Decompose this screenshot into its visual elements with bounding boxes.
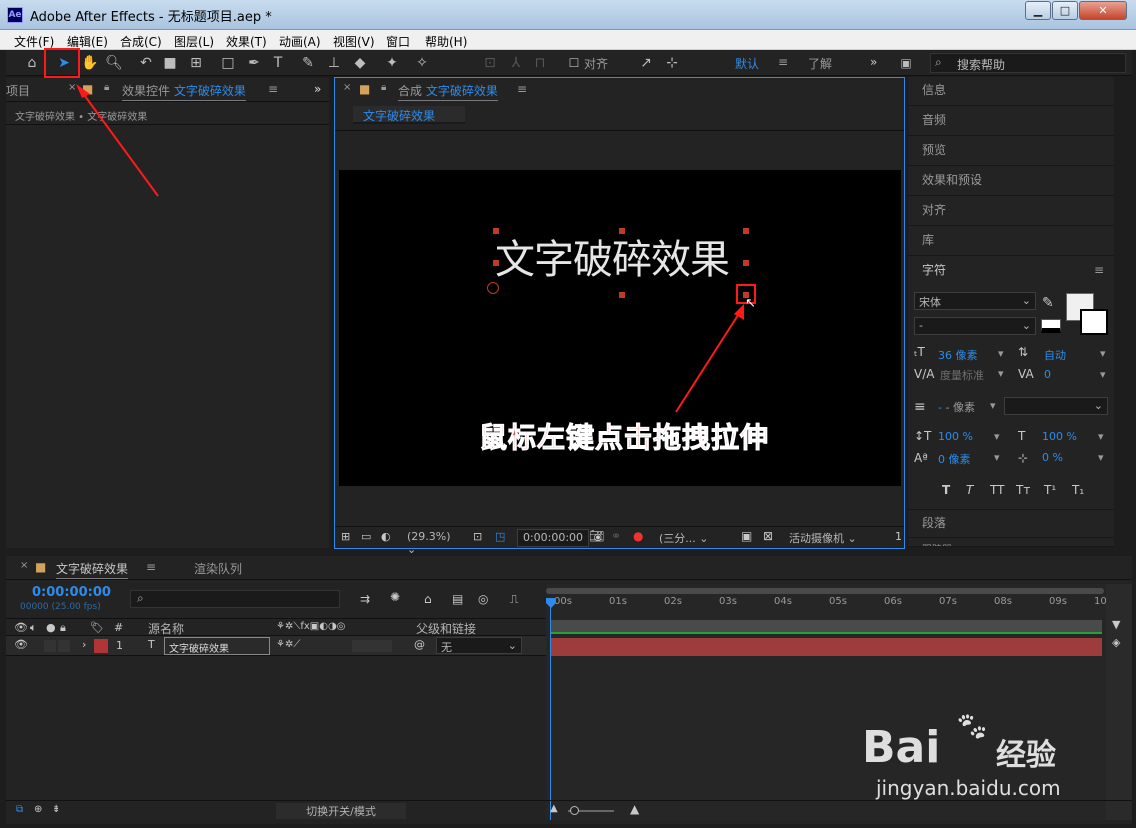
arrowhead-icon — [76, 84, 90, 98]
arrow-to-selection-tool — [81, 91, 159, 197]
arrow-to-handle — [675, 311, 741, 413]
annotation-arrows — [76, 84, 744, 413]
